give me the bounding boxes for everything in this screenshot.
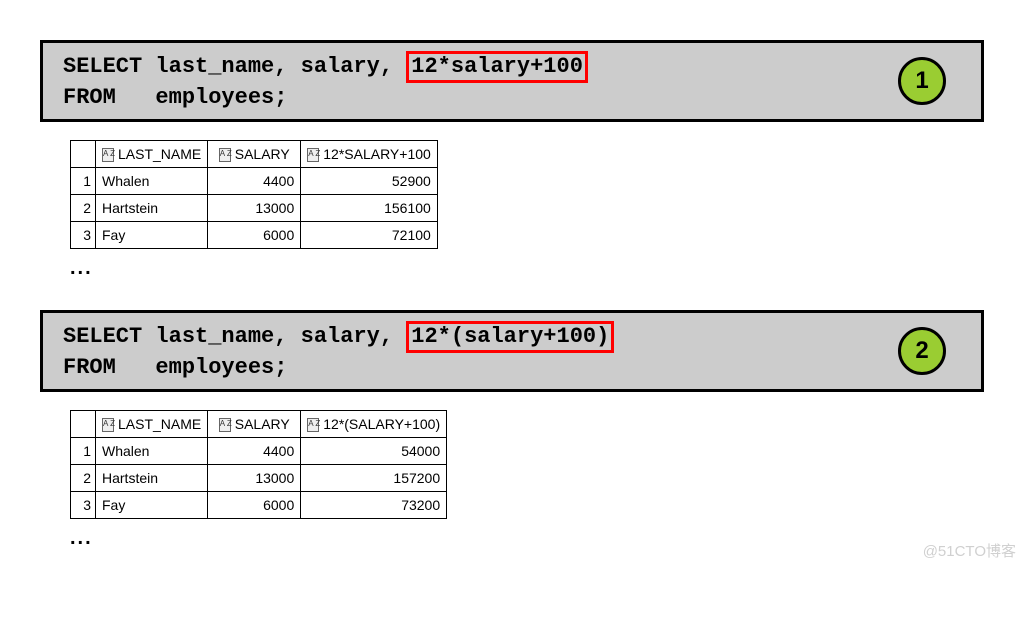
col-label: SALARY [235,146,290,162]
cell-salary: 4400 [208,438,301,465]
row-number: 2 [71,465,96,492]
table-header-row: A Z LAST_NAME A Z SALARY A Z 12*SALARY+100 [71,141,438,168]
sql-code-box-2: SELECT last_name, salary, 12*(salary+100… [40,310,984,392]
cell-calc: 52900 [301,168,438,195]
code-text: SELECT last_name, salary, [63,54,406,79]
sort-icon: A Z [219,148,231,162]
col-header: A Z SALARY [208,411,301,438]
sql-code-box-1: SELECT last_name, salary, 12*salary+100 … [40,40,984,122]
watermark: @51CTO博客 [923,540,1016,561]
table-row: 2 Hartstein 13000 157200 [71,465,447,492]
col-label: LAST_NAME [118,416,201,432]
cell-calc: 157200 [301,465,447,492]
rownum-header [71,141,96,168]
cell-salary: 13000 [208,465,301,492]
col-header: A Z 12*(SALARY+100) [301,411,447,438]
cell-calc: 72100 [301,222,438,249]
col-label: LAST_NAME [118,146,201,162]
code-line: SELECT last_name, salary, 12*salary+100 [63,51,961,83]
code-line: FROM employees; [63,83,961,113]
sort-icon: A Z [102,148,114,162]
row-number: 1 [71,438,96,465]
table-row: 3 Fay 6000 73200 [71,492,447,519]
cell-calc: 73200 [301,492,447,519]
cell-name: Hartstein [96,195,208,222]
result-table-2: A Z LAST_NAME A Z SALARY A Z 12*(SALARY+100… [70,410,984,519]
row-number: 3 [71,492,96,519]
row-number: 1 [71,168,96,195]
cell-salary: 13000 [208,195,301,222]
cell-salary: 4400 [208,168,301,195]
code-line: FROM employees; [63,353,961,383]
table-row: 2 Hartstein 13000 156100 [71,195,438,222]
row-number: 2 [71,195,96,222]
cell-name: Whalen [96,168,208,195]
col-header: A Z 12*SALARY+100 [301,141,438,168]
code-text: SELECT last_name, salary, [63,324,406,349]
highlighted-expression: 12*salary+100 [406,51,588,83]
col-header: A Z LAST_NAME [96,411,208,438]
col-header: A Z LAST_NAME [96,141,208,168]
rownum-header [71,411,96,438]
highlighted-expression: 12*(salary+100) [406,321,614,353]
col-header: A Z SALARY [208,141,301,168]
cell-name: Fay [96,222,208,249]
ellipsis: ... [70,257,984,280]
cell-name: Fay [96,492,208,519]
sort-icon: A Z [307,148,319,162]
table-row: 1 Whalen 4400 52900 [71,168,438,195]
row-number: 3 [71,222,96,249]
col-label: SALARY [235,416,290,432]
sort-icon: A Z [219,418,231,432]
cell-calc: 156100 [301,195,438,222]
table-row: 1 Whalen 4400 54000 [71,438,447,465]
cell-salary: 6000 [208,492,301,519]
cell-salary: 6000 [208,222,301,249]
cell-name: Whalen [96,438,208,465]
table-header-row: A Z LAST_NAME A Z SALARY A Z 12*(SALARY+100… [71,411,447,438]
example-number-badge: 2 [898,327,946,375]
col-label: 12*SALARY+100 [323,146,431,162]
sort-icon: A Z [102,418,114,432]
ellipsis: ... [70,527,984,550]
code-line: SELECT last_name, salary, 12*(salary+100… [63,321,961,353]
table-row: 3 Fay 6000 72100 [71,222,438,249]
cell-name: Hartstein [96,465,208,492]
example-number-badge: 1 [898,57,946,105]
sort-icon: A Z [307,418,319,432]
col-label: 12*(SALARY+100) [323,416,440,432]
result-table-1: A ZLAST_NAME A ZSALARY A Z12*SALARY+100 … [70,140,984,249]
cell-calc: 54000 [301,438,447,465]
